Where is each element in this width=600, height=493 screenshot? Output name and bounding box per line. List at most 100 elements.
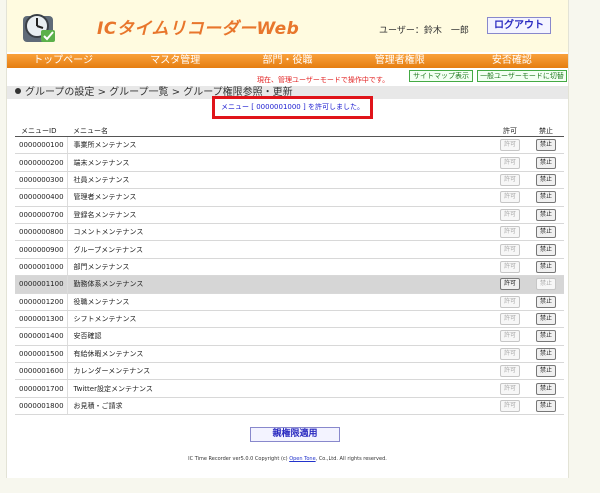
allow-cell: 許可 bbox=[492, 153, 528, 172]
menu-name-cell: 管理者メンテナンス bbox=[67, 188, 492, 207]
app-logo-icon bbox=[23, 14, 55, 42]
allow-cell: 許可 bbox=[492, 275, 528, 294]
flash-message-box: メニュー [ 0000001000 ] を許可しました。 bbox=[212, 96, 373, 119]
menu-id-cell: 0000000200 bbox=[15, 153, 68, 172]
deny-button[interactable]: 禁止 bbox=[536, 173, 556, 186]
table-row: 0000000700 登録名メンテナンス 許可 禁止 bbox=[15, 206, 564, 224]
table-row: 0000001000 部門メンテナンス 許可 禁止 bbox=[15, 258, 564, 277]
menu-id-cell: 0000000100 bbox=[15, 136, 68, 155]
deny-cell: 禁止 bbox=[528, 345, 564, 364]
table-row: 0000001600 カレンダーメンテナンス 許可 禁止 bbox=[15, 362, 564, 381]
logout-button[interactable]: ログアウト bbox=[487, 17, 551, 34]
table-row: 0000001100 勤務体系メンテナンス 許可 禁止 bbox=[15, 275, 564, 294]
header-deny: 禁止 bbox=[528, 126, 564, 137]
deny-cell: 禁止 bbox=[528, 240, 564, 259]
menu-name-cell: 勤務体系メンテナンス bbox=[67, 275, 492, 294]
notice-bar: 現在、管理ユーザーモードで操作中です。 サイトマップ表示 一般ユーザーモードに切… bbox=[7, 68, 568, 85]
deny-button[interactable]: 禁止 bbox=[536, 400, 556, 413]
menu-name-cell: グループメンテナンス bbox=[67, 240, 492, 259]
allow-button[interactable]: 許可 bbox=[500, 278, 520, 291]
allow-button: 許可 bbox=[500, 226, 520, 239]
header-allow: 許可 bbox=[492, 126, 528, 137]
nav-item-admin-rights[interactable]: 管理者権限 bbox=[344, 54, 456, 68]
menu-id-cell: 0000000700 bbox=[15, 206, 68, 224]
allow-cell: 許可 bbox=[492, 362, 528, 381]
deny-cell: 禁止 bbox=[528, 327, 564, 346]
switch-user-mode-button[interactable]: 一般ユーザーモードに切替 bbox=[477, 70, 567, 82]
menu-id-cell: 0000000300 bbox=[15, 171, 68, 190]
header-menu-name: メニュー名 bbox=[67, 126, 492, 137]
menu-id-cell: 0000001200 bbox=[15, 293, 68, 311]
allow-cell: 許可 bbox=[492, 379, 528, 398]
deny-button[interactable]: 禁止 bbox=[536, 330, 556, 343]
deny-cell: 禁止 bbox=[528, 188, 564, 207]
table-row: 0000001400 安否確認 許可 禁止 bbox=[15, 327, 564, 346]
table-row: 0000000100 事業所メンテナンス 許可 禁止 bbox=[15, 136, 564, 155]
menu-id-cell: 0000001300 bbox=[15, 310, 68, 329]
deny-cell: 禁止 bbox=[528, 258, 564, 277]
deny-button[interactable]: 禁止 bbox=[536, 191, 556, 204]
allow-button: 許可 bbox=[500, 173, 520, 186]
footer-rights: , Co.,Ltd. All rights reserved. bbox=[315, 456, 387, 462]
bullet-icon bbox=[15, 88, 21, 94]
user-label: ユーザー：鈴木 一郎 bbox=[379, 26, 469, 36]
allow-cell: 許可 bbox=[492, 310, 528, 329]
allow-button: 許可 bbox=[500, 330, 520, 343]
table-row: 0000000400 管理者メンテナンス 許可 禁止 bbox=[15, 188, 564, 207]
deny-button[interactable]: 禁止 bbox=[536, 208, 556, 221]
menu-id-cell: 0000000900 bbox=[15, 240, 68, 259]
menu-name-cell: 部門メンテナンス bbox=[67, 258, 492, 277]
allow-button: 許可 bbox=[500, 191, 520, 204]
deny-button[interactable]: 禁止 bbox=[536, 347, 556, 360]
nav-item-master[interactable]: マスタ管理 bbox=[119, 54, 231, 68]
deny-button[interactable]: 禁止 bbox=[536, 295, 556, 308]
app-title: ICタイムリコーダーWeb bbox=[97, 19, 300, 39]
menu-name-cell: 安否確認 bbox=[67, 327, 492, 346]
deny-button[interactable]: 禁止 bbox=[536, 382, 556, 395]
deny-button: 禁止 bbox=[536, 278, 556, 291]
table-row: 0000001800 お見積・ご請求 許可 禁止 bbox=[15, 397, 564, 416]
table-row: 0000000300 社員メンテナンス 許可 禁止 bbox=[15, 171, 564, 190]
menu-name-cell: お見積・ご請求 bbox=[67, 397, 492, 416]
deny-button[interactable]: 禁止 bbox=[536, 156, 556, 169]
deny-button[interactable]: 禁止 bbox=[536, 243, 556, 256]
table-header-row: メニューID メニュー名 許可 禁止 bbox=[15, 126, 564, 137]
deny-button[interactable]: 禁止 bbox=[536, 260, 556, 273]
deny-button[interactable]: 禁止 bbox=[536, 365, 556, 378]
allow-cell: 許可 bbox=[492, 240, 528, 259]
apply-parent-permissions-button[interactable]: 親権限適用 bbox=[250, 427, 340, 442]
allow-cell: 許可 bbox=[492, 136, 528, 155]
deny-button[interactable]: 禁止 bbox=[536, 139, 556, 152]
menu-id-cell: 0000001800 bbox=[15, 397, 68, 416]
allow-button: 許可 bbox=[500, 208, 520, 221]
menu-id-cell: 0000001500 bbox=[15, 345, 68, 364]
nav-item-safety-check[interactable]: 安否確認 bbox=[456, 54, 568, 68]
nav-item-top[interactable]: トップページ bbox=[7, 54, 119, 68]
page-frame: ICタイムリコーダーWeb ユーザー：鈴木 一郎 ログアウト トップページ マス… bbox=[6, 0, 569, 478]
menu-name-cell: 役職メンテナンス bbox=[67, 293, 492, 311]
deny-cell: 禁止 bbox=[528, 397, 564, 416]
sitemap-button[interactable]: サイトマップ表示 bbox=[409, 70, 473, 82]
allow-button: 許可 bbox=[500, 295, 520, 308]
allow-button: 許可 bbox=[500, 347, 520, 360]
allow-button: 許可 bbox=[500, 382, 520, 395]
header-menu-id: メニューID bbox=[15, 126, 67, 137]
footer-copyright: IC Time Recorder ver5.0.0 Copyright (c) bbox=[188, 456, 288, 462]
deny-button[interactable]: 禁止 bbox=[536, 226, 556, 239]
deny-button[interactable]: 禁止 bbox=[536, 313, 556, 326]
menu-name-cell: コメントメンテナンス bbox=[67, 223, 492, 242]
footer-company-link[interactable]: Open Tone bbox=[289, 456, 315, 462]
deny-cell: 禁止 bbox=[528, 379, 564, 398]
menu-id-cell: 0000001000 bbox=[15, 258, 68, 277]
menu-name-cell: Twitter設定メンテナンス bbox=[67, 379, 492, 398]
nav-item-department[interactable]: 部門・役職 bbox=[231, 54, 343, 68]
deny-cell: 禁止 bbox=[528, 206, 564, 224]
menu-id-cell: 0000001400 bbox=[15, 327, 68, 346]
table-row: 0000000200 端末メンテナンス 許可 禁止 bbox=[15, 153, 564, 172]
allow-button: 許可 bbox=[500, 139, 520, 152]
table-row: 0000001500 有給休暇メンテナンス 許可 禁止 bbox=[15, 345, 564, 364]
allow-cell: 許可 bbox=[492, 223, 528, 242]
deny-cell: 禁止 bbox=[528, 223, 564, 242]
allow-cell: 許可 bbox=[492, 206, 528, 224]
allow-button: 許可 bbox=[500, 365, 520, 378]
